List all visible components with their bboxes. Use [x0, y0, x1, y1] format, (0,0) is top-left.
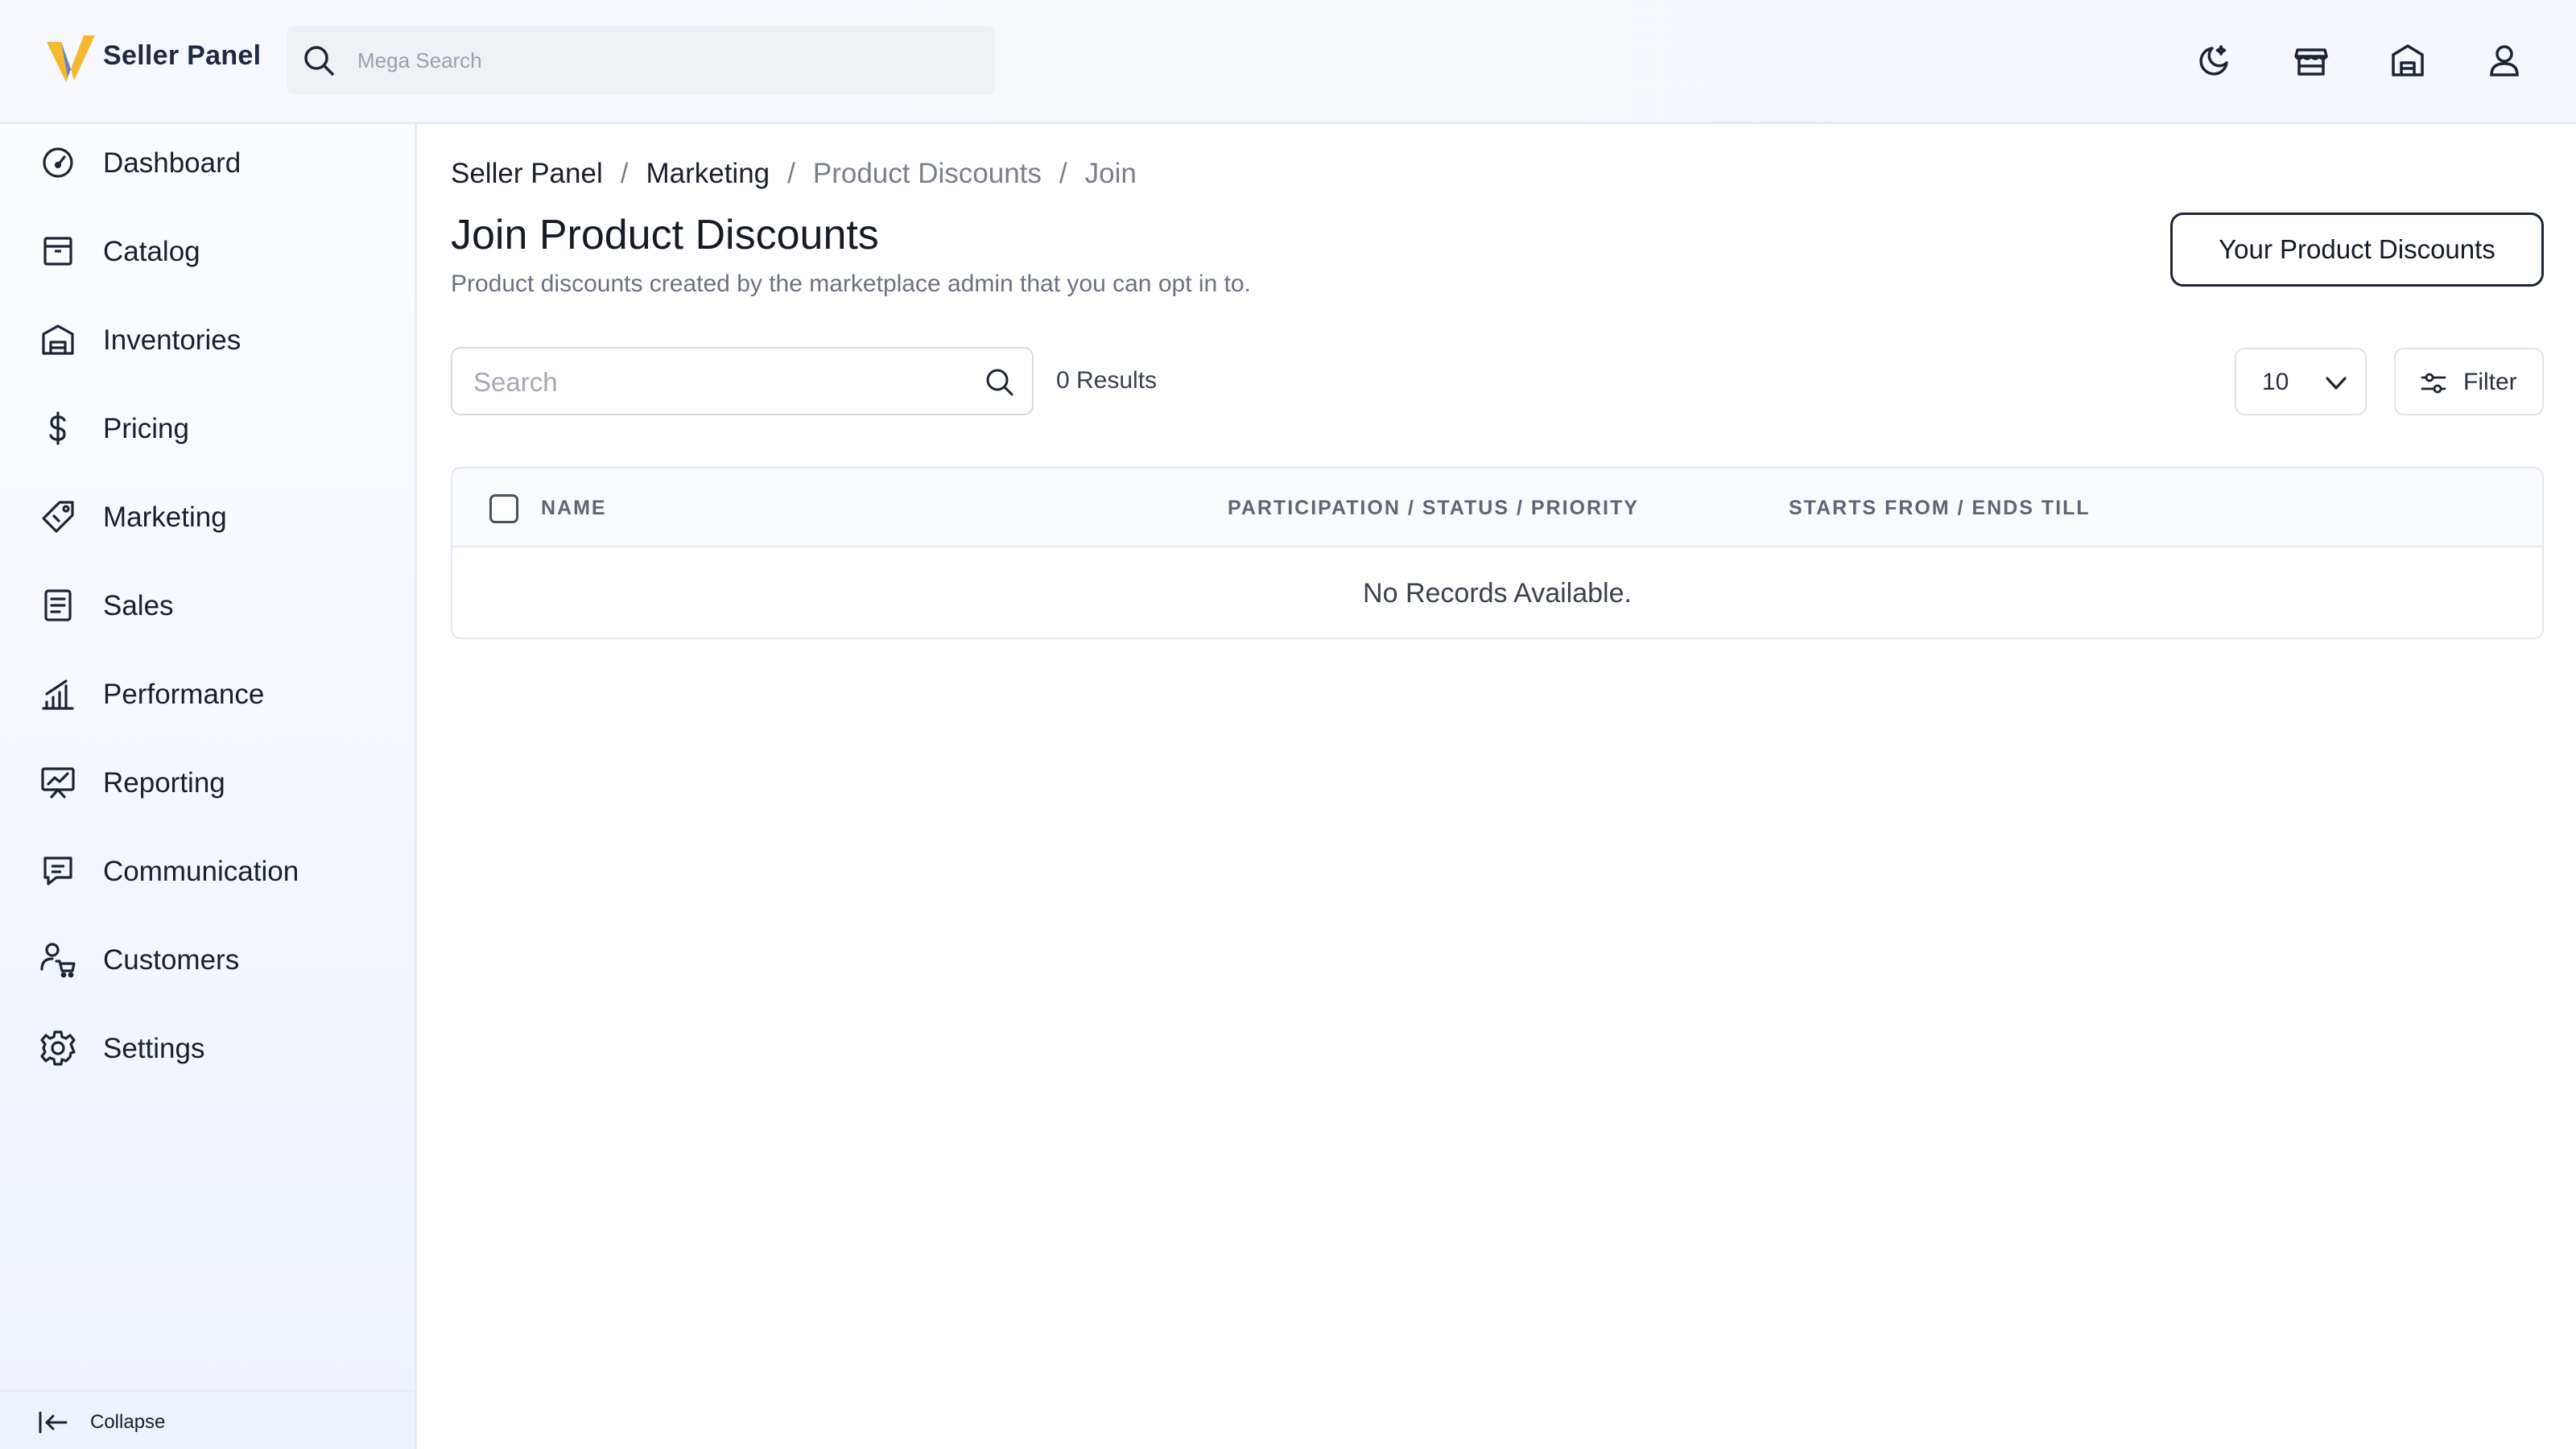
sidebar: Dashboard Catalog Inventories Pricing Ma…: [0, 124, 417, 1449]
sidebar-item-label: Marketing: [103, 502, 227, 533]
page-title: Join Product Discounts: [451, 212, 879, 258]
page-size-value: 10: [2262, 369, 2289, 395]
moon-icon[interactable]: [2196, 42, 2233, 79]
tag-icon: [39, 497, 77, 536]
table-header: NAME PARTICIPATION / STATUS / PRIORITY S…: [452, 469, 2542, 547]
sidebar-item-label: Performance: [103, 679, 265, 710]
mega-search-input[interactable]: Mega Search: [287, 26, 995, 95]
customer-cart-icon: [39, 940, 77, 979]
breadcrumb-seller-panel[interactable]: Seller Panel: [451, 158, 603, 189]
results-count: 0 Results: [1056, 367, 1158, 394]
sidebar-item-dashboard[interactable]: Dashboard: [0, 126, 415, 199]
sidebar-item-label: Reporting: [103, 767, 225, 799]
sidebar-item-label: Communication: [103, 856, 299, 887]
collapse-label: Collapse: [90, 1411, 166, 1433]
sidebar-item-marketing[interactable]: Marketing: [0, 481, 415, 553]
breadcrumb-separator: /: [787, 158, 795, 189]
receipt-icon: [39, 586, 77, 625]
sidebar-item-label: Inventories: [103, 324, 242, 356]
store-icon[interactable]: [2293, 42, 2330, 79]
brand-logo-icon[interactable]: [45, 34, 97, 85]
sidebar-item-catalog[interactable]: Catalog: [0, 215, 415, 287]
box-icon: [39, 232, 77, 270]
your-product-discounts-button[interactable]: Your Product Discounts: [2170, 213, 2544, 287]
warehouse-icon[interactable]: [2389, 42, 2426, 79]
collapse-sidebar-button[interactable]: Collapse: [0, 1390, 415, 1449]
sidebar-item-reporting[interactable]: Reporting: [0, 746, 415, 819]
sidebar-item-label: Catalog: [103, 236, 200, 267]
breadcrumb-marketing[interactable]: Marketing: [646, 158, 770, 189]
search-icon: [984, 366, 1016, 398]
mega-search-placeholder: Mega Search: [357, 48, 482, 72]
sidebar-item-label: Pricing: [103, 413, 189, 444]
sidebar-item-sales[interactable]: Sales: [0, 569, 415, 642]
empty-state-message: No Records Available.: [1363, 577, 1632, 609]
breadcrumb-product-discounts[interactable]: Product Discounts: [813, 158, 1042, 189]
message-icon: [39, 852, 77, 890]
sidebar-item-label: Settings: [103, 1033, 205, 1064]
breadcrumb-separator: /: [620, 158, 629, 189]
bar-chart-icon: [39, 675, 77, 713]
sidebar-item-communication[interactable]: Communication: [0, 835, 415, 907]
sidebar-item-label: Dashboard: [103, 147, 242, 179]
sidebar-item-label: Customers: [103, 944, 240, 976]
warehouse-icon: [39, 320, 77, 359]
sidebar-item-settings[interactable]: Settings: [0, 1012, 415, 1084]
select-all-checkbox[interactable]: [489, 494, 518, 523]
sidebar-item-inventories[interactable]: Inventories: [0, 303, 415, 376]
collapse-arrow-icon: [37, 1406, 69, 1439]
sidebar-item-customers[interactable]: Customers: [0, 923, 415, 996]
page-subtitle: Product discounts created by the marketp…: [451, 270, 1251, 297]
chevron-down-icon: [2322, 369, 2351, 398]
sidebar-item-performance[interactable]: Performance: [0, 658, 415, 730]
search-placeholder: Search: [473, 367, 558, 397]
discounts-table: NAME PARTICIPATION / STATUS / PRIORITY S…: [451, 467, 2544, 639]
breadcrumb-separator: /: [1059, 158, 1067, 189]
brand-name[interactable]: Seller Panel: [103, 40, 261, 72]
search-input[interactable]: Search: [451, 347, 1034, 415]
gauge-icon: [39, 143, 77, 182]
search-icon: [301, 43, 336, 78]
column-header-name[interactable]: NAME: [541, 497, 607, 520]
filter-label: Filter: [2463, 369, 2517, 395]
gear-icon: [39, 1029, 77, 1067]
filter-button[interactable]: Filter: [2394, 348, 2544, 415]
dollar-icon: [39, 409, 77, 448]
page-size-select[interactable]: 10: [2235, 348, 2367, 415]
sidebar-item-pricing[interactable]: Pricing: [0, 392, 415, 464]
presentation-icon: [39, 763, 77, 802]
user-icon[interactable]: [2486, 42, 2523, 79]
sidebar-item-label: Sales: [103, 590, 174, 621]
breadcrumb: Seller Panel / Marketing / Product Discounts…: [451, 158, 1137, 190]
column-header-dates[interactable]: STARTS FROM / ENDS TILL: [1789, 497, 2091, 520]
top-header: Seller Panel Mega Search: [0, 0, 2576, 124]
breadcrumb-join: Join: [1084, 158, 1137, 189]
column-header-participation[interactable]: PARTICIPATION / STATUS / PRIORITY: [1228, 497, 1639, 520]
sliders-icon: [2420, 369, 2447, 397]
